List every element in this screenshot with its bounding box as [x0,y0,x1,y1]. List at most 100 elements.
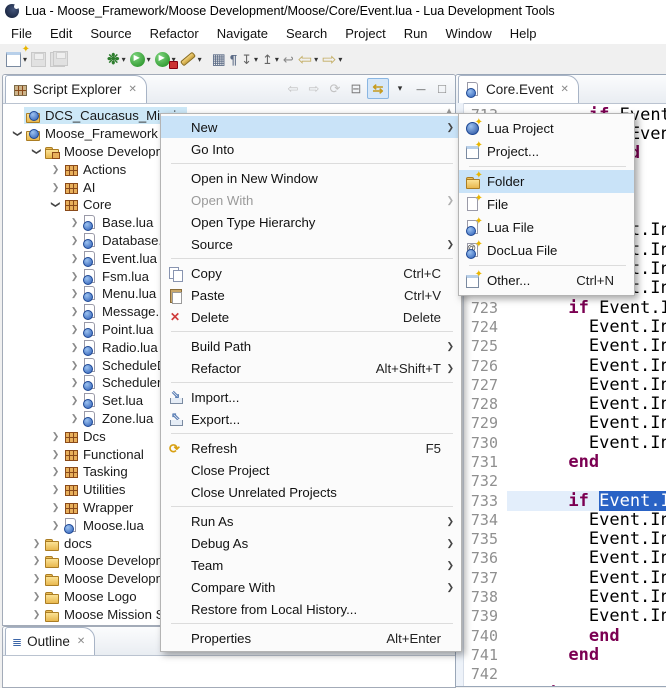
menu-item-file[interactable]: ✦File [459,193,634,216]
expand-icon[interactable]: ❯ [30,573,43,584]
menu-item-folder[interactable]: ✦Folder [459,170,634,193]
external-tools-button[interactable]: ▾ [178,47,204,71]
expand-icon[interactable]: ❯ [49,449,62,460]
tab-core-event[interactable]: Core.Event ✕ [458,75,579,103]
menu-item-close-unrelated-projects[interactable]: Close Unrelated Projects [161,481,461,503]
menu-item-lua-file[interactable]: ✦Lua File [459,216,634,239]
menu-source[interactable]: Source [81,24,140,43]
close-icon[interactable]: ✕ [129,84,137,95]
menu-item-source[interactable]: Source❯ [161,233,461,255]
expand-icon[interactable]: ❯ [68,342,81,353]
expand-icon[interactable]: ❯ [49,502,62,513]
run-button[interactable]: ▾ [128,47,153,71]
show-whitespace-button[interactable]: ¶ [228,47,239,71]
expand-icon[interactable]: ❯ [49,164,62,175]
menu-run[interactable]: Run [395,24,437,43]
tab-outline[interactable]: ≣ Outline ✕ [5,627,95,655]
menu-item-build-path[interactable]: Build Path❯ [161,335,461,357]
dropdown-icon[interactable]: ▾ [147,55,151,64]
menu-item-close-project[interactable]: Close Project [161,459,461,481]
collapse-icon[interactable]: ❯ [12,127,23,140]
dropdown-icon[interactable]: ▾ [254,55,258,64]
forward-icon[interactable]: ⇨ [304,79,324,98]
dropdown-icon[interactable]: ▾ [122,55,126,64]
run-coverage-button[interactable]: ▾ [153,47,178,71]
menu-item-copy[interactable]: CopyCtrl+C [161,262,461,284]
menu-item-paste[interactable]: PasteCtrl+V [161,284,461,306]
back-button[interactable]: ⇦▾ [296,47,320,71]
collapse-icon[interactable]: ❯ [50,198,61,211]
menu-edit[interactable]: Edit [41,24,81,43]
menu-item-go-into[interactable]: Go Into [161,138,461,160]
expand-icon[interactable]: ❯ [68,395,81,406]
prev-annotation-button[interactable]: ↥▾ [260,47,281,71]
expand-icon[interactable]: ❯ [68,253,81,264]
menu-item-open-in-new-window[interactable]: Open in New Window [161,167,461,189]
view-menu-icon[interactable]: ▾ [390,79,410,98]
menu-search[interactable]: Search [277,24,336,43]
expand-icon[interactable]: ❯ [49,520,62,531]
menu-item-compare-with[interactable]: Compare With❯ [161,576,461,598]
expand-icon[interactable]: ❯ [49,431,62,442]
menu-item-export[interactable]: ⇖Export... [161,408,461,430]
menu-item-refactor[interactable]: RefactorAlt+Shift+T❯ [161,357,461,379]
maximize-icon[interactable]: □ [432,79,452,98]
link-with-editor-icon[interactable]: ⇆ [367,78,389,99]
expand-icon[interactable]: ❯ [49,466,62,477]
minimize-icon[interactable]: — [411,79,431,98]
menu-project[interactable]: Project [336,24,394,43]
dropdown-icon[interactable]: ▾ [338,55,342,64]
menu-item-refresh[interactable]: ⟳RefreshF5 [161,437,461,459]
expand-icon[interactable]: ❯ [68,377,81,388]
menu-item-open-with[interactable]: Open With❯ [161,189,461,211]
debug-button[interactable]: ❉▾ [105,47,128,71]
menu-item-team[interactable]: Team❯ [161,554,461,576]
collapse-all-icon[interactable]: ⊟ [346,79,366,98]
mark-occurrences-button[interactable]: ▦ [210,47,228,71]
menu-help[interactable]: Help [501,24,546,43]
expand-icon[interactable]: ❯ [68,360,81,371]
menu-window[interactable]: Window [437,24,501,43]
save-all-button[interactable] [48,47,67,71]
menu-item-new[interactable]: New❯ [161,116,461,138]
expand-icon[interactable]: ❯ [49,182,62,193]
menu-item-lua-project[interactable]: ✦Lua Project [459,117,634,140]
save-button[interactable] [29,47,48,71]
menu-item-delete[interactable]: ✕DeleteDelete [161,306,461,328]
menu-item-other[interactable]: ✦Other...Ctrl+N [459,269,634,292]
expand-icon[interactable]: ❯ [49,484,62,495]
expand-icon[interactable]: ❯ [68,271,81,282]
close-icon[interactable]: ✕ [561,84,569,95]
menu-item-restore-from-local-history[interactable]: Restore from Local History... [161,598,461,620]
expand-icon[interactable]: ❯ [68,288,81,299]
dropdown-icon[interactable]: ▾ [275,55,279,64]
expand-icon[interactable]: ❯ [30,609,43,620]
menu-navigate[interactable]: Navigate [208,24,277,43]
menu-item-open-type-hierarchy[interactable]: Open Type Hierarchy [161,211,461,233]
last-edit-location-button[interactable]: ↩ [281,47,296,71]
tab-script-explorer[interactable]: Script Explorer ✕ [5,75,147,103]
menu-item-debug-as[interactable]: Debug As❯ [161,532,461,554]
expand-icon[interactable]: ❯ [68,413,81,424]
menu-item-doclua-file[interactable]: @✦DocLua File [459,239,634,262]
menu-refactor[interactable]: Refactor [141,24,208,43]
back-icon[interactable]: ⇦ [283,79,303,98]
menu-item-run-as[interactable]: Run As❯ [161,510,461,532]
menu-item-import[interactable]: ⇘Import... [161,386,461,408]
menu-file[interactable]: File [2,24,41,43]
expand-icon[interactable]: ❯ [30,591,43,602]
up-icon[interactable]: ⟳ [325,79,345,98]
next-annotation-button[interactable]: ↧▾ [239,47,260,71]
expand-icon[interactable]: ❯ [68,306,81,317]
expand-icon[interactable]: ❯ [68,217,81,228]
new-wizard-button[interactable]: ✦▾ [4,47,29,71]
dropdown-icon[interactable]: ▾ [198,55,202,64]
forward-button[interactable]: ⇨▾ [320,47,344,71]
expand-icon[interactable]: ❯ [68,324,81,335]
collapse-icon[interactable]: ❯ [31,145,42,158]
dropdown-icon[interactable]: ▾ [23,55,27,64]
expand-icon[interactable]: ❯ [30,538,43,549]
expand-icon[interactable]: ❯ [30,555,43,566]
dropdown-icon[interactable]: ▾ [314,55,318,64]
menu-item-project[interactable]: ✦Project... [459,140,634,163]
